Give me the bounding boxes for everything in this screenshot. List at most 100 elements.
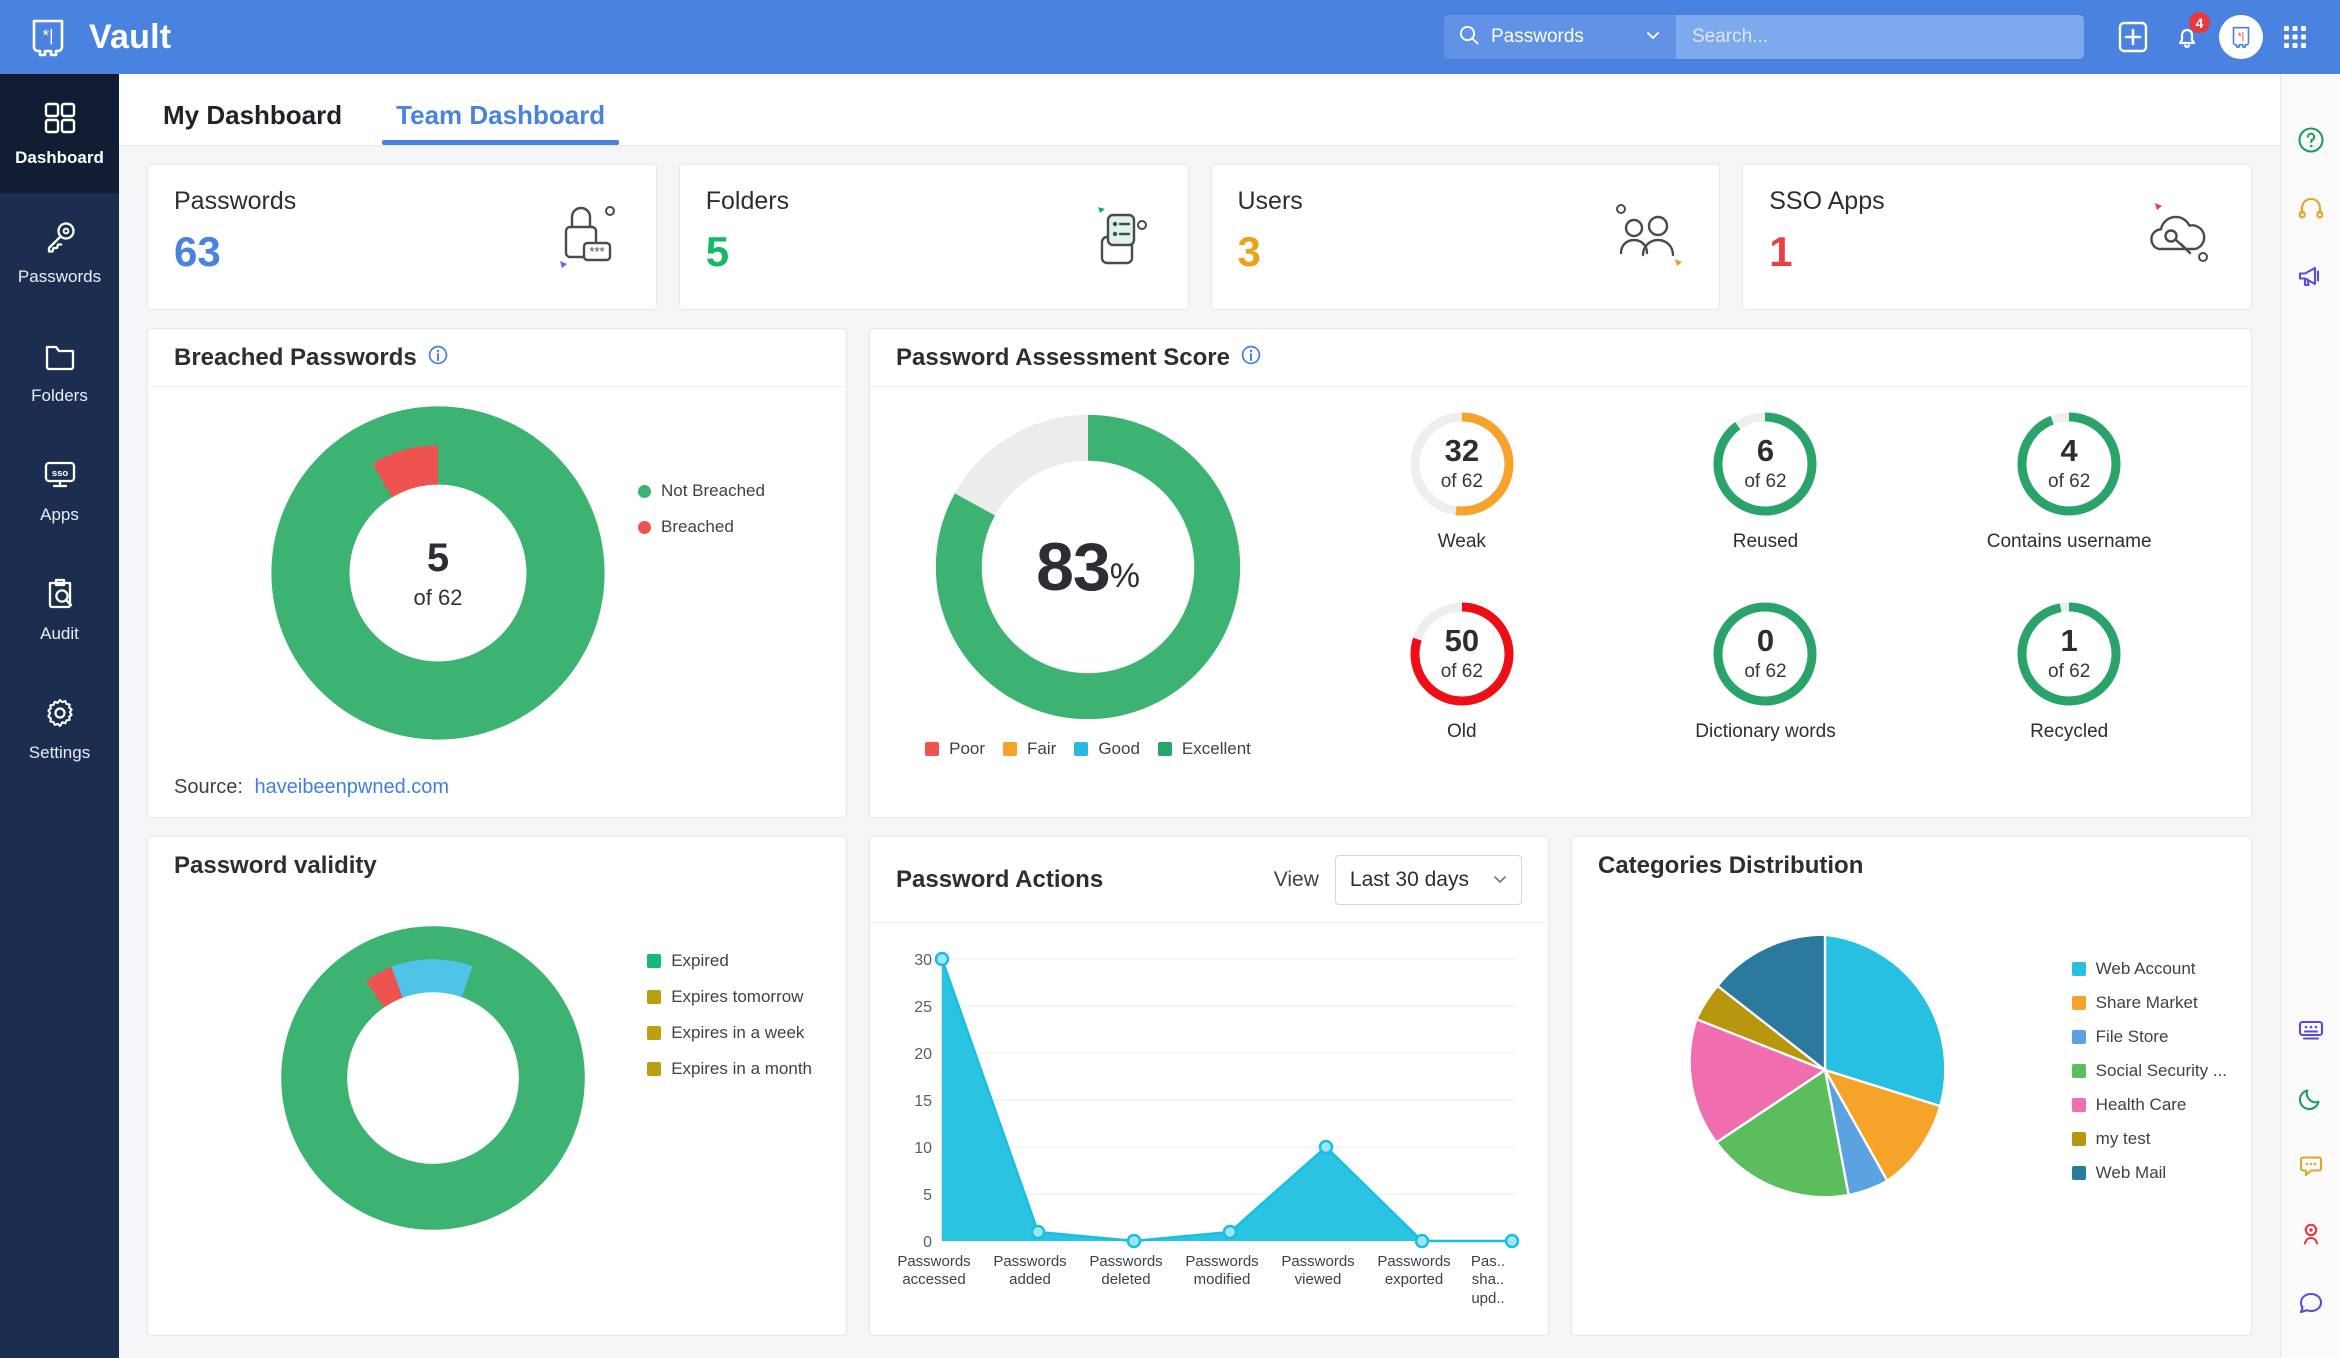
users-group-icon	[1601, 191, 1693, 288]
legend-label: Good	[1098, 739, 1140, 758]
sidebar-item-settings[interactable]: Settings	[0, 669, 119, 788]
tab-my-dashboard[interactable]: My Dashboard	[149, 100, 356, 145]
moon-dark-mode-icon[interactable]	[2281, 1064, 2340, 1132]
x-tick-label: Pas.. sha.. upd..	[1470, 1253, 1506, 1307]
profile-button[interactable]: *|	[2214, 10, 2268, 64]
stat-card-passwords[interactable]: Passwords 63 ***	[147, 164, 657, 310]
legend-item[interactable]: Breached	[638, 517, 765, 537]
assessment-score-unit: %	[1109, 556, 1140, 595]
stat-card-users[interactable]: Users 3	[1210, 164, 1721, 310]
sidebar-item-audit[interactable]: Audit	[0, 550, 119, 669]
sso-monitor-icon: sso	[42, 457, 78, 498]
card-header: Password Actions View Last 30 days	[870, 837, 1548, 923]
sidebar-item-label: Passwords	[17, 266, 102, 286]
legend-item[interactable]: Poor	[925, 739, 985, 759]
metric-ring: 6 of 62	[1710, 409, 1820, 519]
app-title: Vault	[89, 17, 172, 56]
svg-text:30: 30	[914, 952, 932, 969]
svg-text:0: 0	[923, 1234, 932, 1251]
legend-item[interactable]: Good	[1074, 739, 1140, 759]
metric-old[interactable]: 50 of 62 Old	[1374, 599, 1550, 789]
validity-legend: Expired Expires tomorrow Expires in a we…	[647, 951, 812, 1079]
legend-item[interactable]: Web Account	[2071, 959, 2227, 979]
metric-sub: of 62	[1440, 661, 1483, 682]
date-range-value: Last 30 days	[1349, 867, 1469, 891]
card-header: Categories Distribution	[1572, 837, 2251, 895]
password-validity-card: Password validity Expired Expires tomorr…	[147, 836, 847, 1336]
avatar: *|	[2219, 15, 2263, 59]
metric-sub: of 62	[1440, 471, 1483, 492]
breached-source: Source: haveibeenpwned.com	[174, 776, 449, 799]
date-range-select[interactable]: Last 30 days	[1334, 854, 1522, 905]
legend-item[interactable]: Social Security ...	[2071, 1061, 2227, 1081]
info-icon[interactable]	[427, 344, 449, 371]
legend-label: Not Breached	[661, 481, 765, 500]
legend-item[interactable]: Expired	[647, 951, 812, 971]
notifications-button[interactable]: 4	[2160, 10, 2214, 64]
legend-item[interactable]: Health Care	[2071, 1095, 2227, 1115]
brand[interactable]: *| Vault	[24, 13, 171, 61]
card-title: Categories Distribution	[1598, 852, 1864, 879]
apps-grid-button[interactable]	[2268, 10, 2322, 64]
metric-sub: of 62	[2048, 661, 2091, 682]
x-tick-label: Passwords viewed	[1281, 1253, 1355, 1289]
stat-card-sso-apps[interactable]: SSO Apps 1	[1742, 164, 2252, 310]
metric-contains-username[interactable]: 4 of 62 Contains username	[1981, 409, 2157, 599]
legend-item[interactable]: my test	[2071, 1129, 2227, 1149]
notification-badge: 4	[2189, 12, 2210, 33]
sidebar-item-passwords[interactable]: Passwords	[0, 193, 119, 312]
main-content: My Dashboard Team Dashboard Passwords 63…	[119, 74, 2280, 1358]
legend-item[interactable]: Expires tomorrow	[647, 987, 812, 1007]
info-icon[interactable]	[1240, 344, 1262, 371]
keyboard-icon[interactable]	[2281, 996, 2340, 1064]
legend-item[interactable]: Share Market	[2071, 993, 2227, 1013]
tab-team-dashboard[interactable]: Team Dashboard	[382, 100, 620, 145]
search-category-selector[interactable]: Passwords	[1444, 15, 1676, 59]
legend-item[interactable]: Expires in a week	[647, 1023, 812, 1043]
metric-value: 1	[2060, 623, 2078, 658]
card-title: Breached Passwords	[174, 343, 417, 371]
legend-swatch	[2071, 1030, 2086, 1044]
legend-item[interactable]: Fair	[1003, 739, 1056, 759]
sidebar-item-apps[interactable]: sso Apps	[0, 431, 119, 550]
search-category-label: Passwords	[1491, 26, 1584, 47]
legend-item[interactable]: Web Mail	[2071, 1163, 2227, 1183]
svg-text:10: 10	[914, 1140, 932, 1157]
sidebar-item-folders[interactable]: Folders	[0, 312, 119, 431]
legend-item[interactable]: File Store	[2071, 1027, 2227, 1047]
source-link[interactable]: haveibeenpwned.com	[255, 776, 450, 798]
row-breached-assessment: Breached Passwords 5 of 62 Not Breached …	[119, 310, 2280, 818]
card-title: Password validity	[174, 852, 377, 879]
breached-passwords-card: Breached Passwords 5 of 62 Not Breached …	[147, 328, 847, 818]
metric-weak[interactable]: 32 of 62 Weak	[1374, 409, 1550, 599]
sidebar-item-dashboard[interactable]: Dashboard	[0, 74, 119, 193]
legend-item[interactable]: Not Breached	[638, 481, 765, 501]
help-question-icon[interactable]	[2281, 106, 2340, 174]
search-input[interactable]	[1676, 15, 2084, 59]
legend-label: Excellent	[1181, 739, 1251, 758]
location-pin-icon[interactable]	[2281, 1200, 2340, 1268]
metric-reused[interactable]: 6 of 62 Reused	[1677, 409, 1853, 599]
megaphone-announcement-icon[interactable]	[2281, 242, 2340, 310]
assessment-score-value: 83	[1036, 529, 1111, 605]
categories-legend: Web Account Share Market File Store Soci…	[2071, 959, 2227, 1183]
metric-label: Weak	[1437, 531, 1486, 552]
headset-support-icon[interactable]	[2281, 174, 2340, 242]
add-button[interactable]	[2106, 10, 2160, 64]
svg-text:20: 20	[914, 1046, 932, 1063]
search-bar[interactable]: Passwords	[1444, 15, 2084, 59]
legend-label: Share Market	[2095, 993, 2198, 1012]
categories-distribution-chart: Web Account Share Market File Store Soci…	[1572, 895, 2251, 1335]
legend-item[interactable]: Expires in a month	[647, 1059, 812, 1079]
lock-asterisk-icon: ***	[538, 191, 630, 288]
legend-swatch	[2071, 1132, 2086, 1146]
metric-dictionary-words[interactable]: 0 of 62 Dictionary words	[1677, 599, 1853, 789]
legend-swatch	[2071, 1064, 2086, 1078]
legend-swatch	[2071, 1166, 2086, 1180]
metric-recycled[interactable]: 1 of 62 Recycled	[1981, 599, 2157, 789]
stat-card-folders[interactable]: Folders 5	[678, 164, 1189, 310]
legend-item[interactable]: Excellent	[1157, 739, 1251, 759]
chat-support-icon[interactable]	[2281, 1268, 2340, 1336]
password-actions-card: Password Actions View Last 30 days 30 25…	[869, 836, 1549, 1336]
chat-bubble-icon[interactable]	[2281, 1132, 2340, 1200]
